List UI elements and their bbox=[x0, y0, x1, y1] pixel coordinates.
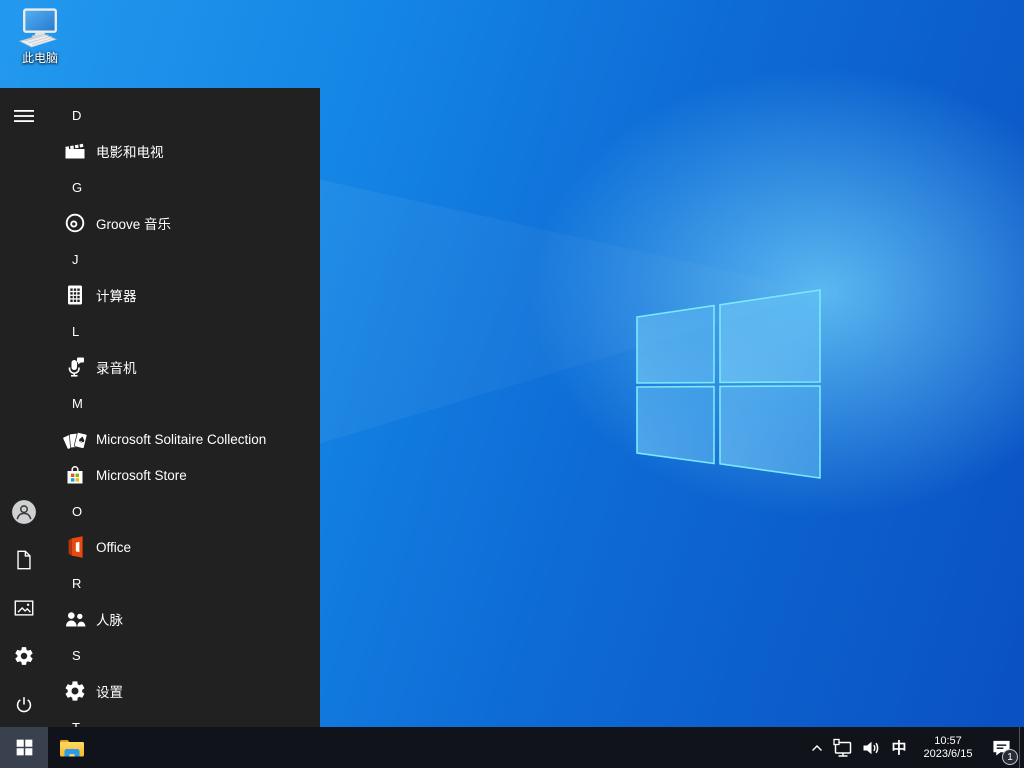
start-menu: D 电影和电视 G Groove 音乐 J bbox=[0, 88, 320, 727]
section-letter-m[interactable]: M bbox=[48, 385, 320, 421]
app-item-people[interactable]: 人脉 bbox=[48, 601, 320, 637]
app-item-groove-music[interactable]: Groove 音乐 bbox=[48, 205, 320, 241]
desktop-icon-this-pc[interactable]: 此电脑 bbox=[10, 8, 70, 66]
gear-icon bbox=[13, 645, 35, 667]
people-icon bbox=[63, 607, 87, 631]
groove-music-icon bbox=[63, 211, 87, 235]
rail-settings-button[interactable] bbox=[0, 632, 48, 680]
chevron-up-icon bbox=[809, 740, 825, 756]
section-letter-s[interactable]: S bbox=[48, 637, 320, 673]
network-button[interactable] bbox=[829, 727, 857, 768]
section-letter-g[interactable]: G bbox=[48, 169, 320, 205]
section-letter-j[interactable]: J bbox=[48, 241, 320, 277]
this-pc-icon bbox=[15, 8, 65, 48]
notification-badge: 1 bbox=[1002, 749, 1018, 765]
app-item-calculator[interactable]: 计算器 bbox=[48, 277, 320, 313]
clock-time: 10:57 bbox=[934, 735, 962, 748]
calculator-icon bbox=[63, 283, 87, 307]
app-item-settings[interactable]: 设置 bbox=[48, 673, 320, 709]
windows-logo-icon bbox=[15, 738, 34, 757]
desktop-icon-label: 此电脑 bbox=[10, 49, 70, 66]
hidden-icons-button[interactable] bbox=[805, 727, 829, 768]
account-icon bbox=[11, 499, 37, 525]
start-menu-app-list: D 电影和电视 G Groove 音乐 J bbox=[48, 88, 320, 727]
taskbar: 中 10:57 2023/6/15 1 bbox=[0, 727, 1024, 768]
taskbar-clock[interactable]: 10:57 2023/6/15 bbox=[913, 727, 983, 768]
documents-button[interactable] bbox=[0, 536, 48, 584]
app-item-microsoft-store[interactable]: Microsoft Store bbox=[48, 457, 320, 493]
app-item-movies-tv[interactable]: 电影和电视 bbox=[48, 133, 320, 169]
volume-button[interactable] bbox=[857, 727, 885, 768]
settings-icon bbox=[63, 679, 87, 703]
document-icon bbox=[13, 549, 35, 571]
speaker-icon bbox=[861, 738, 881, 758]
show-desktop-button[interactable] bbox=[1019, 727, 1024, 768]
section-letter-l[interactable]: L bbox=[48, 313, 320, 349]
section-letter-d[interactable]: D bbox=[48, 97, 320, 133]
app-item-voice-recorder[interactable]: 录音机 bbox=[48, 349, 320, 385]
pictures-button[interactable] bbox=[0, 584, 48, 632]
start-button[interactable] bbox=[0, 727, 48, 768]
voice-recorder-icon bbox=[63, 355, 87, 379]
store-icon bbox=[63, 463, 87, 487]
office-icon bbox=[63, 535, 87, 559]
file-explorer-icon bbox=[58, 736, 86, 760]
section-letter-o[interactable]: O bbox=[48, 493, 320, 529]
power-button[interactable] bbox=[0, 681, 48, 727]
pictures-icon bbox=[13, 597, 35, 619]
section-letter-t[interactable]: T bbox=[48, 709, 320, 727]
file-explorer-button[interactable] bbox=[48, 727, 96, 768]
svg-text:♠: ♠ bbox=[76, 435, 86, 447]
movies-tv-icon bbox=[63, 139, 87, 163]
solitaire-icon: ♠ bbox=[63, 427, 87, 451]
app-item-office[interactable]: Office bbox=[48, 529, 320, 565]
action-center-button[interactable]: 1 bbox=[983, 727, 1019, 768]
account-button[interactable] bbox=[0, 488, 48, 536]
hamburger-icon bbox=[14, 106, 34, 126]
app-item-solitaire[interactable]: ♠ Microsoft Solitaire Collection bbox=[48, 421, 320, 457]
network-icon bbox=[833, 738, 853, 758]
expand-menu-button[interactable] bbox=[0, 92, 48, 140]
clock-date: 2023/6/15 bbox=[924, 748, 973, 761]
system-tray: 中 10:57 2023/6/15 1 bbox=[805, 727, 1024, 768]
start-menu-rail bbox=[0, 88, 48, 727]
section-letter-r[interactable]: R bbox=[48, 565, 320, 601]
ime-indicator[interactable]: 中 bbox=[885, 727, 913, 768]
power-icon bbox=[13, 694, 35, 716]
